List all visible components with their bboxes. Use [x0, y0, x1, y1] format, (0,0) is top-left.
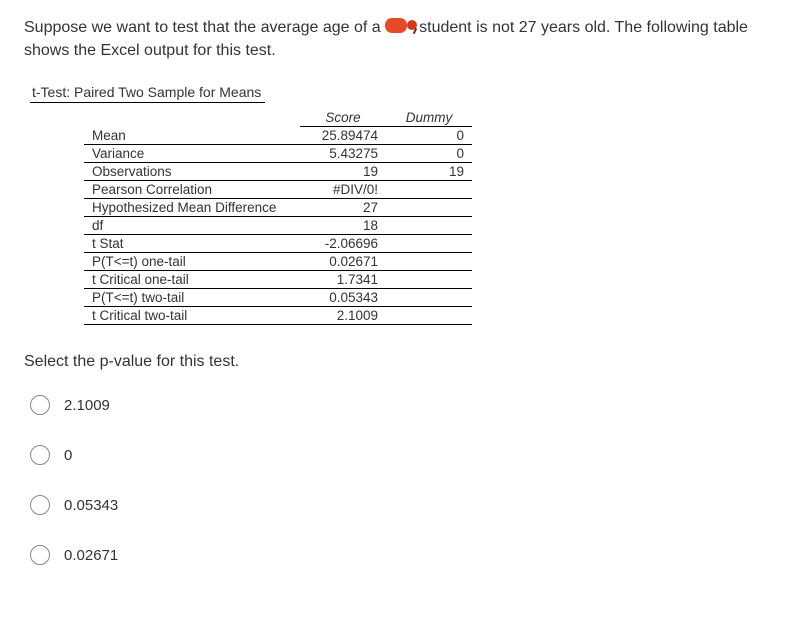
option-label: 0.02671 [64, 547, 118, 564]
radio-icon [30, 495, 50, 515]
table-row: Hypothesized Mean Difference27 [84, 199, 472, 217]
stats-table: Score Dummy Mean25.894740 Variance5.4327… [84, 109, 472, 325]
table-row: P(T<=t) one-tail0.02671 [84, 253, 472, 271]
radio-icon [30, 395, 50, 415]
table-row: P(T<=t) two-tail0.05343 [84, 289, 472, 307]
table-row: t Stat-2.06696 [84, 235, 472, 253]
option-3[interactable]: 0.05343 [30, 495, 775, 515]
table-row: Mean25.894740 [84, 127, 472, 145]
col-header-score: Score [300, 109, 386, 127]
radio-icon [30, 545, 50, 565]
table-row: Pearson Correlation#DIV/0! [84, 181, 472, 199]
table-row: df18 [84, 217, 472, 235]
option-1[interactable]: 2.1009 [30, 395, 775, 415]
table-row: Variance5.432750 [84, 145, 472, 163]
question-part1: Suppose we want to test that the average… [24, 19, 381, 36]
radio-icon [30, 445, 50, 465]
pin-icon [407, 20, 419, 32]
table-row: t Critical two-tail2.1009 [84, 307, 472, 325]
question-text: Suppose we want to test that the average… [24, 16, 775, 62]
table-row: Observations1919 [84, 163, 472, 181]
option-label: 0.05343 [64, 497, 118, 514]
option-label: 2.1009 [64, 397, 110, 414]
prompt-text: Select the p-value for this test. [24, 353, 775, 371]
col-header-dummy: Dummy [386, 109, 472, 127]
option-4[interactable]: 0.02671 [30, 545, 775, 565]
option-label: 0 [64, 447, 72, 464]
option-2[interactable]: 0 [30, 445, 775, 465]
options-group: 2.1009 0 0.05343 0.02671 [30, 395, 775, 565]
table-title: t-Test: Paired Two Sample for Means [30, 84, 265, 103]
table-row: t Critical one-tail1.7341 [84, 271, 472, 289]
redacted-mark [385, 18, 407, 33]
